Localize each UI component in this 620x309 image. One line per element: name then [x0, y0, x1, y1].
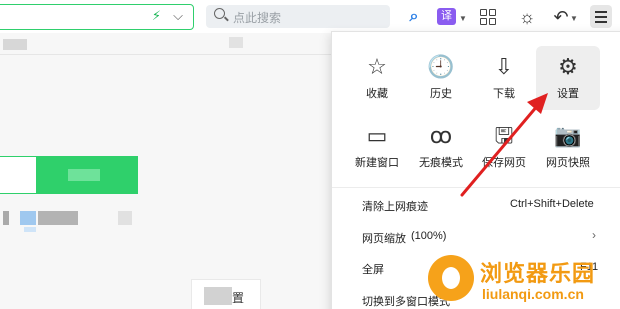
address-bar[interactable]: ⚡ ⌵ — [0, 4, 194, 30]
menu-tile-save-page[interactable]: 🖫 保存网页 — [472, 115, 536, 179]
blurred-text — [38, 211, 78, 225]
clock-icon: 🕘 — [427, 54, 455, 79]
menu-item-label: 全屏 — [362, 264, 384, 276]
gear-icon: ⚙ — [558, 54, 578, 79]
menu-item-zoom[interactable]: 网页缩放 (100%) › — [332, 221, 620, 251]
menu-tile-favorites[interactable]: ☆ 收藏 — [345, 46, 409, 110]
menu-divider — [332, 187, 620, 188]
menu-tile-downloads[interactable]: ⇩ 下载 — [472, 46, 536, 110]
camera-icon: 📷 — [554, 123, 582, 148]
menu-item-clear-history[interactable]: 清除上网痕迹 Ctrl+Shift+Delete — [332, 189, 620, 219]
menu-item-label: 网页缩放 — [362, 233, 406, 245]
card-text: 置 — [232, 291, 245, 305]
blurred-text — [3, 39, 27, 50]
theme-icon[interactable]: ☼ — [517, 7, 537, 27]
menu-tile-new-window[interactable]: ▭ 新建窗口 — [345, 115, 409, 179]
save-icon: 🖫 — [494, 123, 514, 148]
blurred-text — [3, 211, 9, 225]
blurred-input — [0, 157, 36, 193]
watermark-title: 浏览器乐园 — [480, 261, 596, 286]
window-icon: ▭ — [366, 123, 388, 148]
apps-grid-icon[interactable] — [478, 7, 498, 27]
blurred-text — [20, 211, 36, 225]
blurred-text — [118, 211, 132, 225]
search-icon — [214, 8, 225, 19]
find-icon[interactable]: ⌕ — [404, 7, 424, 27]
watermark-url: liulanqi.com.cn — [482, 286, 584, 302]
download-icon: ⇩ — [494, 54, 514, 79]
menu-item-shortcut: Ctrl+Shift+Delete — [510, 198, 594, 210]
search-box[interactable]: 点此搜索 — [206, 5, 390, 28]
blurred-card: 置 — [191, 279, 261, 309]
caret-down-icon[interactable]: ▼ — [458, 9, 468, 29]
tile-label: 设置 — [557, 88, 579, 100]
watermark: 浏览器乐园 liulanqi.com.cn — [428, 252, 618, 307]
blurred-text — [229, 37, 243, 48]
menu-tile-snapshot[interactable]: 📷 网页快照 — [536, 115, 600, 179]
browser-toolbar: ⚡ ⌵ 点此搜索 ⌕ 译 ▼ ☼ ↶ ▼ — [0, 0, 620, 33]
menu-tile-settings[interactable]: ⚙ 设置 — [536, 46, 600, 110]
chevron-down-icon[interactable]: ⌵ — [173, 8, 183, 24]
menu-icon[interactable] — [590, 5, 612, 28]
search-placeholder: 点此搜索 — [233, 11, 282, 25]
tile-label: 网页快照 — [546, 157, 590, 169]
watermark-logo-icon — [428, 255, 474, 301]
star-icon: ☆ — [367, 54, 387, 79]
divider — [0, 54, 332, 55]
undo-icon[interactable]: ↶ — [551, 7, 571, 27]
blurred-text — [24, 227, 36, 232]
incognito-icon: ꝏ — [429, 123, 453, 148]
translate-icon[interactable]: 译 — [437, 8, 456, 25]
menu-item-label: 清除上网痕迹 — [362, 201, 428, 213]
zoom-level: (100%) — [411, 230, 447, 242]
lightning-icon[interactable]: ⚡ — [152, 8, 161, 24]
chevron-right-icon: › — [592, 228, 596, 242]
caret-down-icon[interactable]: ▼ — [569, 9, 579, 29]
